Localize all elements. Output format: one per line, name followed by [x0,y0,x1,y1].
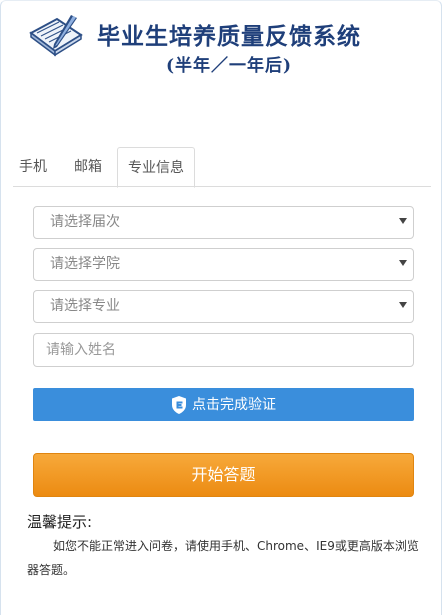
tab-divider [13,186,431,187]
major-select[interactable]: 请选择专业 [33,290,414,323]
tips-title: 温馨提示: [27,513,93,531]
chevron-down-icon [399,302,407,308]
batch-select[interactable]: 请选择届次 [33,206,414,239]
tab-major-info[interactable]: 专业信息 [117,147,195,188]
tips-text: 如您不能正常进入问卷，请使用手机、Chrome、IE9或更高版本浏览器答题。 [27,539,419,577]
college-select-value: 请选择学院 [50,256,120,272]
major-select-value: 请选择专业 [50,298,120,314]
notebook-pen-icon [29,15,83,57]
college-select[interactable]: 请选择学院 [33,248,414,281]
app-title: 毕业生培养质量反馈系统 [97,23,361,50]
chevron-down-icon [399,218,407,224]
shield-e-icon [172,396,186,414]
verify-button[interactable]: 点击完成验证 [33,388,414,421]
app-subtitle: (半年／一年后) [166,56,293,76]
header: 毕业生培养质量反馈系统 (半年／一年后) [1,1,442,91]
tab-bar: 手机 邮箱 专业信息 [13,147,433,188]
start-answer-button[interactable]: 开始答题 [33,453,414,497]
chevron-down-icon [399,260,407,266]
tab-email[interactable]: 邮箱 [67,147,109,187]
page-frame: 毕业生培养质量反馈系统 (半年／一年后) 手机 邮箱 专业信息 请选择届次 请选… [0,0,442,615]
name-input[interactable] [33,333,414,367]
tab-phone[interactable]: 手机 [13,147,53,187]
verify-button-label: 点击完成验证 [192,397,276,413]
batch-select-value: 请选择届次 [50,214,120,230]
